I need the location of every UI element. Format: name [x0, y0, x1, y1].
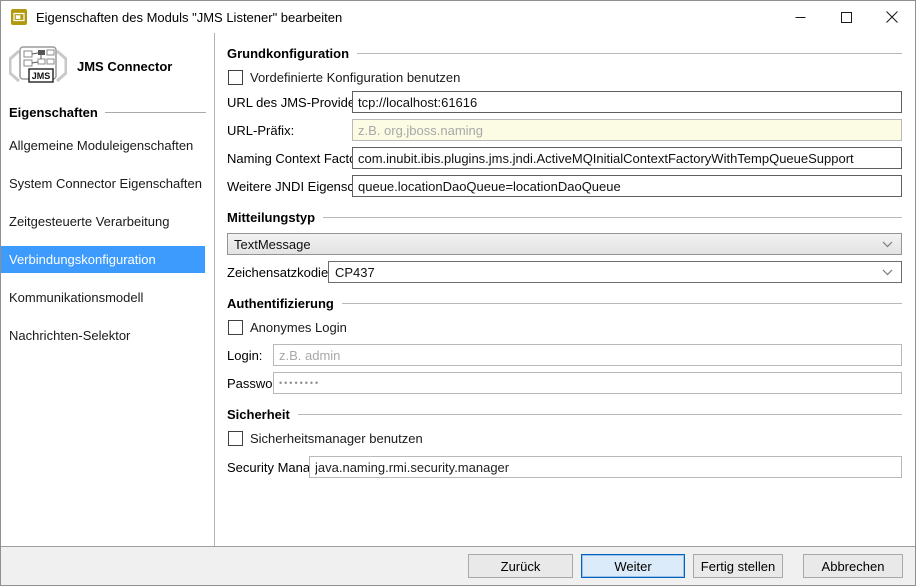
- jms-provider-url-label: URL des JMS-Providers:: [227, 95, 352, 110]
- login-input[interactable]: [273, 344, 902, 366]
- sidebar-item-nachrichten-selektor[interactable]: Nachrichten-Selektor: [1, 322, 205, 349]
- window-title: Eigenschaften des Moduls "JMS Listener" …: [36, 10, 342, 25]
- cancel-button[interactable]: Abbrechen: [803, 554, 903, 578]
- sidebar-header-line: [105, 112, 206, 113]
- predefined-config-row: Vordefinierte Konfiguration benutzen: [227, 70, 902, 85]
- section-line: [357, 53, 902, 54]
- encoding-value: CP437: [335, 265, 375, 280]
- sidebar: JMS JMS Connector Eigenschaften Allgemei…: [1, 33, 215, 546]
- anonymous-login-label: Anonymes Login: [250, 320, 347, 335]
- password-input[interactable]: [273, 372, 902, 394]
- section-line: [342, 303, 902, 304]
- app-icon: [11, 9, 27, 25]
- naming-context-factory-label: Naming Context Factory:: [227, 151, 352, 166]
- section-sicherheit: Sicherheit: [227, 407, 902, 422]
- minimize-icon: [795, 12, 806, 23]
- message-type-select[interactable]: TextMessage: [227, 233, 902, 255]
- jms-connector-icon: JMS: [9, 45, 67, 87]
- jms-provider-url-row: URL des JMS-Providers:: [227, 91, 902, 113]
- sidebar-item-zeitgesteuerte-verarbeitung[interactable]: Zeitgesteuerte Verarbeitung: [1, 208, 205, 235]
- title-bar: Eigenschaften des Moduls "JMS Listener" …: [1, 1, 915, 33]
- finish-button[interactable]: Fertig stellen: [693, 554, 783, 578]
- security-manager-checkbox[interactable]: [228, 431, 243, 446]
- jndi-properties-input[interactable]: [352, 175, 902, 197]
- password-row: Passwort:: [227, 372, 902, 394]
- close-icon: [886, 11, 898, 23]
- naming-context-factory-row: Naming Context Factory:: [227, 147, 902, 169]
- section-title-grundkonfiguration: Grundkonfiguration: [227, 46, 349, 61]
- url-prefix-input[interactable]: [352, 119, 902, 141]
- predefined-config-label: Vordefinierte Konfiguration benutzen: [250, 70, 460, 85]
- section-authentifizierung: Authentifizierung: [227, 296, 902, 311]
- minimize-button[interactable]: [777, 1, 823, 33]
- message-type-value: TextMessage: [234, 237, 311, 252]
- predefined-config-checkbox[interactable]: [228, 70, 243, 85]
- back-button[interactable]: Zurück: [468, 554, 573, 578]
- security-manager-label: Security Manager:: [227, 460, 309, 475]
- module-logo-row: JMS JMS Connector: [1, 41, 214, 95]
- section-line: [298, 414, 902, 415]
- close-button[interactable]: [869, 1, 915, 33]
- anonymous-login-row: Anonymes Login: [227, 320, 902, 335]
- sidebar-item-system-connector-eigenschaften[interactable]: System Connector Eigenschaften: [1, 170, 205, 197]
- jndi-properties-label: Weitere JNDI Eigenschaften:: [227, 179, 352, 194]
- section-mitteilungstyp: Mitteilungstyp: [227, 210, 902, 225]
- svg-text:JMS: JMS: [32, 71, 51, 81]
- security-manager-row: Security Manager:: [227, 456, 902, 478]
- main-panel: Grundkonfiguration Vordefinierte Konfigu…: [215, 33, 915, 546]
- security-manager-checkbox-label: Sicherheitsmanager benutzen: [250, 431, 423, 446]
- maximize-button[interactable]: [823, 1, 869, 33]
- url-prefix-row: URL-Präfix:: [227, 119, 902, 141]
- module-name: JMS Connector: [77, 59, 172, 74]
- anonymous-login-checkbox[interactable]: [228, 320, 243, 335]
- encoding-row: Zeichensatzkodierung: CP437: [227, 261, 902, 283]
- login-row: Login:: [227, 344, 902, 366]
- encoding-label: Zeichensatzkodierung:: [227, 265, 328, 280]
- jms-provider-url-input[interactable]: [352, 91, 902, 113]
- footer-button-bar: Zurück Weiter Fertig stellen Abbrechen: [1, 546, 915, 585]
- section-line: [323, 217, 902, 218]
- section-title-authentifizierung: Authentifizierung: [227, 296, 334, 311]
- sidebar-item-kommunikationsmodell[interactable]: Kommunikationsmodell: [1, 284, 205, 311]
- url-prefix-label: URL-Präfix:: [227, 123, 352, 138]
- sidebar-nav: Allgemeine Moduleigenschaften System Con…: [1, 132, 214, 349]
- password-label: Passwort:: [227, 376, 273, 391]
- section-title-sicherheit: Sicherheit: [227, 407, 290, 422]
- naming-context-factory-input[interactable]: [352, 147, 902, 169]
- jndi-properties-row: Weitere JNDI Eigenschaften:: [227, 175, 902, 197]
- chevron-down-icon: [882, 241, 893, 248]
- dialog-window: Eigenschaften des Moduls "JMS Listener" …: [0, 0, 916, 586]
- login-label: Login:: [227, 348, 273, 363]
- sidebar-section-header: Eigenschaften: [1, 95, 214, 124]
- next-button[interactable]: Weiter: [581, 554, 685, 578]
- security-manager-input[interactable]: [309, 456, 902, 478]
- sidebar-item-allgemeine-moduleigenschaften[interactable]: Allgemeine Moduleigenschaften: [1, 132, 205, 159]
- sidebar-item-verbindungskonfiguration[interactable]: Verbindungskonfiguration: [1, 246, 205, 273]
- section-title-mitteilungstyp: Mitteilungstyp: [227, 210, 315, 225]
- chevron-down-icon: [882, 269, 893, 276]
- sidebar-section-title: Eigenschaften: [9, 105, 98, 120]
- encoding-select[interactable]: CP437: [328, 261, 902, 283]
- section-grundkonfiguration: Grundkonfiguration: [227, 46, 902, 61]
- maximize-icon: [841, 12, 852, 23]
- security-manager-checkbox-row: Sicherheitsmanager benutzen: [227, 431, 902, 446]
